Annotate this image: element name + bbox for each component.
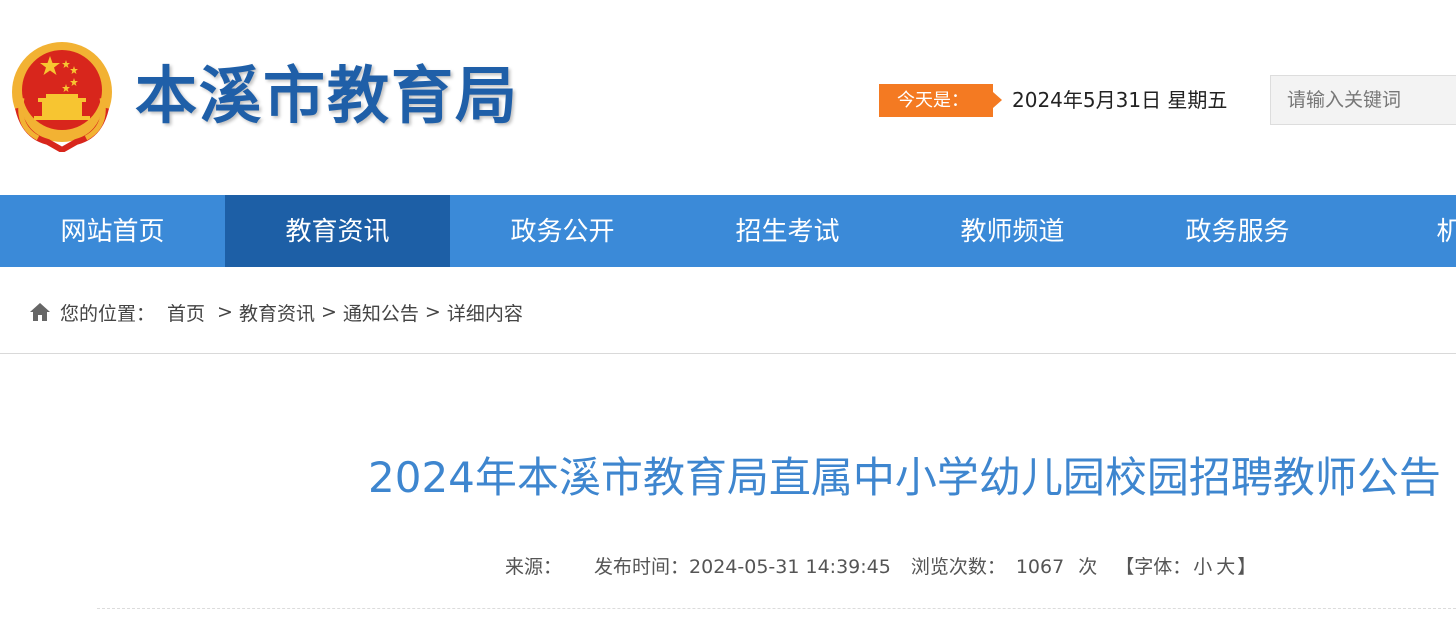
publish-time: 2024-05-31 14:39:45 bbox=[689, 556, 891, 578]
font-size-label: 【字体： bbox=[1115, 556, 1192, 578]
nav-item-teacher-channel[interactable]: 教师频道 bbox=[900, 195, 1125, 267]
main-nav: 网站首页 教育资讯 政务公开 招生考试 教师频道 政务服务 机构 bbox=[0, 195, 1456, 267]
font-size-label-close: 】 bbox=[1237, 556, 1257, 578]
breadcrumb: 您的位置： 首页 > 教育资讯 > 通知公告 > 详细内容 bbox=[28, 296, 523, 328]
views-unit: 次 bbox=[1078, 556, 1098, 578]
views-count: 1067 bbox=[1015, 556, 1065, 578]
national-emblem-icon bbox=[12, 42, 112, 152]
font-large-button[interactable]: 大 bbox=[1216, 552, 1235, 582]
breadcrumb-separator: > bbox=[320, 301, 337, 323]
breadcrumb-label: 您的位置： bbox=[60, 302, 156, 325]
nav-item-government-affairs[interactable]: 政务公开 bbox=[450, 195, 675, 267]
breadcrumb-notices[interactable]: 通知公告 bbox=[343, 299, 419, 326]
breadcrumb-home[interactable]: 首页 bbox=[167, 299, 205, 326]
today-date: 2024年5月31日 星期五 bbox=[1012, 88, 1228, 112]
breadcrumb-current: 详细内容 bbox=[446, 302, 523, 325]
article-divider bbox=[97, 608, 1456, 609]
home-icon bbox=[30, 303, 50, 321]
article-meta: 来源： 发布时间： 2024-05-31 14:39:45 浏览次数： 1067… bbox=[505, 552, 1256, 582]
nav-item-education-news[interactable]: 教育资讯 bbox=[225, 195, 450, 267]
nav-item-home[interactable]: 网站首页 bbox=[0, 195, 225, 267]
views-label: 浏览次数： bbox=[910, 556, 1006, 578]
source-label: 来源： bbox=[505, 556, 563, 578]
site-name: 本溪市教育局 bbox=[135, 59, 520, 132]
breadcrumb-separator: > bbox=[424, 301, 441, 323]
search-input[interactable] bbox=[1270, 75, 1456, 125]
nav-item-admissions-exams[interactable]: 招生考试 bbox=[675, 195, 900, 267]
breadcrumb-education-news[interactable]: 教育资讯 bbox=[239, 299, 315, 326]
nav-item-government-services[interactable]: 政务服务 bbox=[1125, 195, 1350, 267]
publish-time-label: 发布时间： bbox=[594, 556, 690, 578]
font-small-button[interactable]: 小 bbox=[1193, 552, 1212, 582]
today-label: 今天是： bbox=[879, 84, 1002, 117]
article-title: 2024年本溪市教育局直属中小学幼儿园校园招聘教师公告 bbox=[368, 453, 1441, 502]
breadcrumb-separator: > bbox=[217, 301, 233, 323]
nav-item-institutions[interactable]: 机构 bbox=[1350, 195, 1456, 267]
breadcrumb-divider bbox=[0, 353, 1456, 354]
